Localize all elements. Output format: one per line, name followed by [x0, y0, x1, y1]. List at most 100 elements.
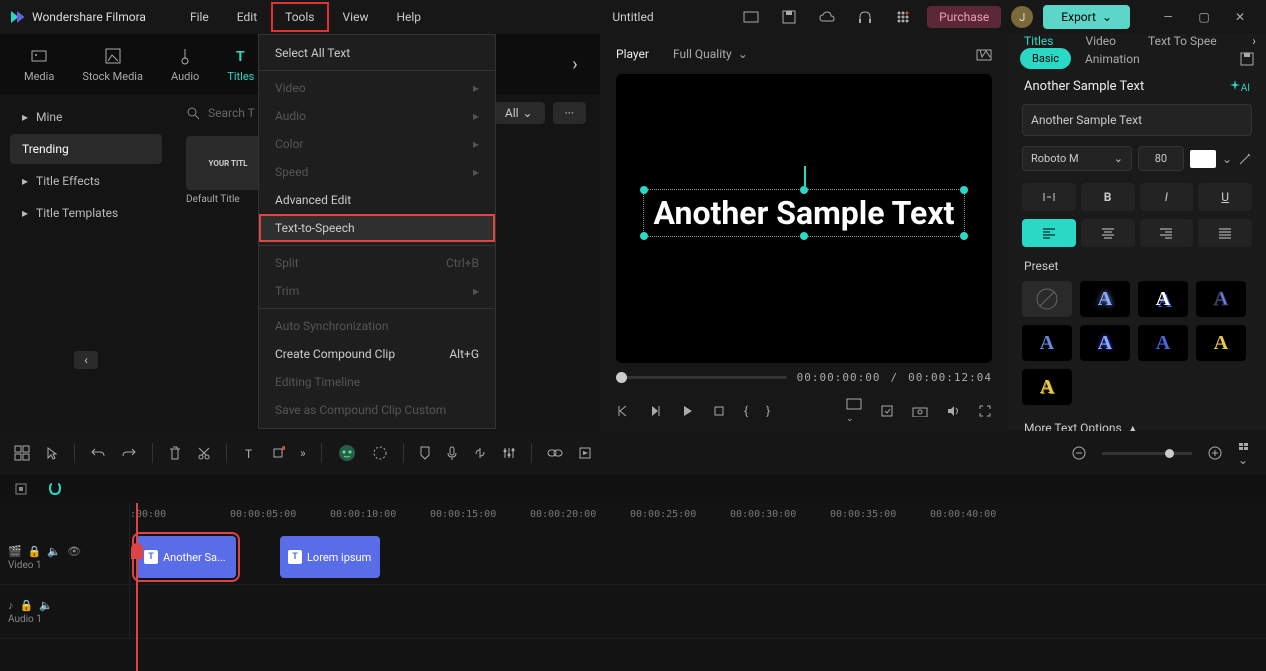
cut-button[interactable]	[197, 446, 211, 460]
audio-sync-button[interactable]	[473, 446, 487, 460]
menu-item-select-all-text[interactable]: Select All Text	[259, 39, 495, 67]
underline-button[interactable]: U	[1198, 183, 1252, 211]
preset-glow-blue[interactable]: A	[1080, 281, 1130, 317]
zoom-fit-button[interactable]: ⌄	[1238, 439, 1252, 467]
tabs-scroll-right[interactable]: ›	[560, 34, 590, 94]
menu-view[interactable]: View	[329, 2, 383, 32]
tab-media[interactable]: Media	[10, 46, 68, 83]
track-icon[interactable]: 🔒	[20, 599, 34, 612]
track-icon[interactable]: 🎬	[8, 545, 22, 558]
preset-neon-blue[interactable]: A	[1080, 325, 1130, 361]
handle-br[interactable]	[960, 232, 968, 240]
prop-tab-tts[interactable]: Text To Spee	[1132, 34, 1233, 48]
menu-item-text-to-speech[interactable]: Text-to-Speech	[259, 214, 495, 242]
redo-button[interactable]	[121, 446, 137, 460]
cloud-icon[interactable]	[813, 3, 841, 31]
fullscreen-button[interactable]	[978, 404, 992, 418]
maximize-button[interactable]: ▢	[1186, 3, 1222, 31]
font-select[interactable]: Roboto M⌄	[1022, 146, 1132, 171]
auto-button[interactable]	[14, 482, 28, 496]
more-button[interactable]: ···	[553, 102, 586, 124]
link-button[interactable]	[547, 447, 563, 459]
spacing-button[interactable]	[1022, 183, 1076, 211]
grid-icon[interactable]	[889, 3, 917, 31]
save-preset-button[interactable]	[1240, 52, 1254, 66]
timeline-ruler[interactable]: :00:0000:00:05:0000:00:10:0000:00:15:000…	[0, 503, 1266, 531]
mark-out-button[interactable]: }	[766, 404, 770, 418]
ratio-button[interactable]: ⌄	[846, 398, 862, 424]
preset-gold[interactable]: A	[1196, 325, 1246, 361]
handle-tr[interactable]	[960, 186, 968, 194]
track-icon[interactable]: 👁	[67, 545, 81, 558]
quality-button[interactable]	[880, 404, 894, 418]
align-left-button[interactable]	[1022, 219, 1076, 247]
preset-none[interactable]	[1022, 281, 1072, 317]
timeline-clip[interactable]: TLorem ipsum	[280, 536, 380, 578]
sidebar-title-templates[interactable]: ▸Title Templates	[10, 198, 162, 228]
sidebar-mine[interactable]: ▸Mine	[10, 102, 162, 132]
sidebar-trending[interactable]: Trending	[10, 134, 162, 164]
minimize-button[interactable]: —	[1150, 3, 1186, 31]
track-content[interactable]: TAnother Sa... TLorem ipsum	[130, 531, 1266, 584]
handle-tl[interactable]	[640, 186, 648, 194]
delete-button[interactable]	[168, 445, 182, 461]
player-tab[interactable]: Player	[616, 47, 649, 61]
export-button[interactable]: Export⌄	[1043, 5, 1130, 29]
volume-button[interactable]	[946, 404, 960, 418]
color-dropdown[interactable]: ⌄	[1222, 152, 1232, 166]
marker-button[interactable]	[419, 445, 431, 461]
playhead[interactable]	[136, 503, 138, 671]
more-tools-button[interactable]: »	[300, 446, 306, 460]
preset-darkblue[interactable]: A	[1138, 325, 1188, 361]
align-center-button[interactable]	[1081, 219, 1135, 247]
zoom-handle[interactable]	[1165, 449, 1174, 458]
preset-outline-blue[interactable]: A	[1196, 281, 1246, 317]
menu-edit[interactable]: Edit	[223, 2, 271, 32]
menu-file[interactable]: File	[176, 2, 223, 32]
track-icon[interactable]: 🔈	[47, 545, 61, 558]
menu-help[interactable]: Help	[382, 2, 435, 32]
align-justify-button[interactable]	[1198, 219, 1252, 247]
stop-button[interactable]	[712, 404, 726, 418]
preset-blue[interactable]: A	[1022, 325, 1072, 361]
eyedropper-button[interactable]	[1238, 152, 1252, 166]
undo-button[interactable]	[90, 446, 106, 460]
user-avatar[interactable]: J	[1011, 6, 1033, 28]
zoom-out-button[interactable]	[1071, 445, 1087, 461]
handle-bl[interactable]	[640, 232, 648, 240]
handle-tm[interactable]	[800, 186, 808, 194]
preset-shadow-blue[interactable]: A	[1138, 281, 1188, 317]
snapshot-button[interactable]	[976, 47, 992, 61]
player-quality[interactable]: Full Quality ⌄	[673, 47, 748, 61]
render-button[interactable]	[578, 446, 592, 460]
menu-tools[interactable]: Tools	[271, 2, 328, 32]
tab-audio[interactable]: Audio	[157, 46, 213, 83]
purchase-button[interactable]: Purchase	[927, 6, 1001, 28]
handle-bm[interactable]	[800, 232, 808, 240]
ai-button[interactable]	[337, 443, 357, 463]
close-button[interactable]: ✕	[1222, 3, 1258, 31]
track-icon[interactable]: 🔈	[39, 599, 53, 612]
menu-item-create-compound-clip[interactable]: Create Compound ClipAlt+G	[259, 340, 495, 368]
save-icon[interactable]	[775, 3, 803, 31]
font-color-swatch[interactable]	[1190, 150, 1216, 168]
play-button[interactable]	[680, 404, 694, 418]
prop-tab-titles[interactable]: Titles	[1008, 34, 1069, 48]
track-icon[interactable]: 🔒	[28, 545, 42, 558]
prev-frame-button[interactable]	[616, 404, 630, 418]
zoom-in-button[interactable]	[1207, 445, 1223, 461]
tab-stock[interactable]: Stock Media	[68, 46, 157, 83]
filter-all[interactable]: All⌄	[493, 102, 545, 124]
scrub-track[interactable]	[616, 376, 787, 379]
zoom-slider[interactable]	[1102, 452, 1192, 455]
subtab-basic[interactable]: Basic	[1020, 48, 1071, 69]
mark-in-button[interactable]: {	[744, 404, 748, 418]
subtab-animation[interactable]: Animation	[1085, 52, 1140, 66]
pointer-button[interactable]	[45, 446, 59, 460]
text-tool-button[interactable]: T	[242, 446, 256, 460]
timeline-clip[interactable]: TAnother Sa...	[136, 536, 236, 578]
ai-button[interactable]: AI	[1229, 79, 1250, 94]
collapse-button[interactable]: ‹	[74, 351, 98, 369]
crop-button[interactable]	[271, 446, 285, 460]
mixer-button[interactable]	[502, 446, 516, 460]
